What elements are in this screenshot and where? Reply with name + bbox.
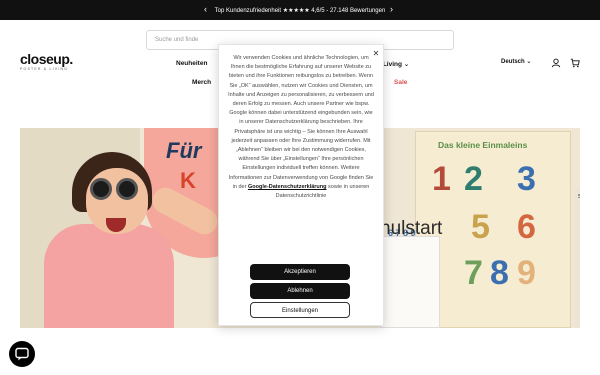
reject-button[interactable]: Ablehnen xyxy=(250,283,350,299)
settings-button[interactable]: Einstellungen xyxy=(250,302,350,318)
chevron-right-icon[interactable]: › xyxy=(390,4,393,14)
accept-button[interactable]: Akzeptieren xyxy=(250,264,350,280)
announcement-bar: ‹ Top Kundenzufriedenheit ★★★★★ 4,6/5 - … xyxy=(0,0,600,20)
cookie-consent-text: Wir verwenden Cookies und ähnliche Techn… xyxy=(227,54,375,201)
chat-button[interactable] xyxy=(9,341,35,367)
chat-icon xyxy=(15,347,29,361)
cookie-text-intro: Wir verwenden Cookies und ähnliche Techn… xyxy=(228,55,374,190)
announcement-text: Top Kundenzufriedenheit ★★★★★ 4,6/5 - 27… xyxy=(214,7,386,14)
google-privacy-link[interactable]: Google-Datenschutzerklärung xyxy=(248,184,327,190)
chevron-left-icon[interactable]: ‹ xyxy=(204,4,207,14)
